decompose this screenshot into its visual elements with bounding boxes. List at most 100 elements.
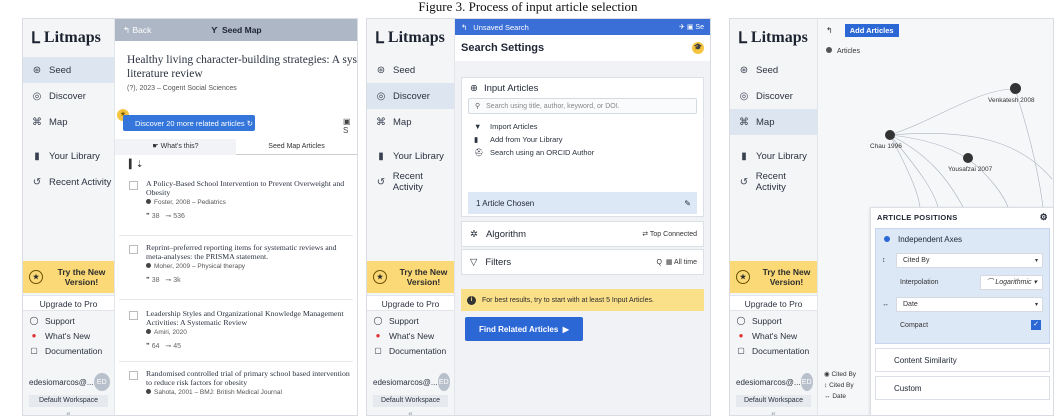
hat-icon[interactable]: 🎓: [692, 42, 704, 54]
filters-row[interactable]: ▽ Filters Q ▦ All time: [461, 249, 704, 275]
seed-topbar: ↰ Back Ƴ Seed Map: [115, 19, 357, 41]
list-item[interactable]: Randomised controlled trial of primary s…: [129, 369, 353, 396]
article-checkbox[interactable]: [129, 311, 138, 320]
collapse-icon[interactable]: «: [23, 409, 114, 415]
workspace-selector[interactable]: Default Workspace: [29, 395, 108, 407]
map-icon: ⌘: [376, 116, 386, 128]
sidebar-item-recent[interactable]: ↺ Recent Activity: [23, 169, 114, 195]
x-axis-select[interactable]: Date ▾: [896, 296, 1043, 312]
support-link[interactable]: ◯ Support: [23, 313, 114, 328]
back-icon[interactable]: ↰: [461, 23, 467, 32]
content-similarity-option[interactable]: Content Similarity: [875, 348, 1050, 372]
axes-legend: ◉ Cited By ↕ Cited By ↔ Date: [824, 371, 857, 400]
try-new-version[interactable]: ★ Try the New Version!: [23, 261, 114, 293]
article-checkbox[interactable]: [129, 245, 138, 254]
sidebar-item-library[interactable]: ▮ Your Library: [23, 143, 114, 169]
doc-icon: ▢: [737, 346, 745, 355]
doc-icon: ▢: [30, 346, 38, 355]
custom-option[interactable]: Custom: [875, 376, 1050, 400]
search-topbar: ↰ Unsaved Search ✈ ▣ Se: [455, 19, 710, 35]
support-icon: ◯: [29, 316, 39, 325]
sidebar-item-discover[interactable]: ◎ Discover: [730, 83, 817, 109]
sidebar-item-seed[interactable]: ⊛ Seed: [367, 57, 454, 83]
map-node-yousafzai[interactable]: [963, 153, 973, 163]
seed-map-icon: Ƴ: [211, 25, 218, 35]
map-node-venkatesh[interactable]: [1010, 83, 1021, 94]
documentation-link[interactable]: ▢ Documentation: [367, 343, 454, 358]
article-checkbox[interactable]: [129, 371, 138, 380]
list-item[interactable]: Leadership Styles and Organizational Kno…: [129, 309, 353, 350]
sidebar-item-library[interactable]: ▮ Your Library: [367, 143, 454, 169]
user-menu[interactable]: edesiomarcos@... ED: [730, 371, 817, 393]
seed-map-screenshot: ᒪ Litmaps ⊛ Seed ◎ Discover ⌘ Map ▮ Your Libr…: [22, 18, 358, 416]
whats-new-link[interactable]: ● What's New: [23, 328, 114, 343]
article-checkbox[interactable]: [129, 181, 138, 190]
tab-seed-map-articles[interactable]: Seed Map Articles: [236, 139, 357, 155]
search-main: ↰ Unsaved Search ✈ ▣ Se Search Settings 🎓 ⊕…: [455, 19, 710, 415]
whats-new-link[interactable]: ● What's New: [367, 328, 454, 343]
compact-checkbox[interactable]: ✓: [1031, 320, 1041, 330]
sidebar-item-recent[interactable]: ↺ Recent Activity: [730, 169, 817, 195]
algorithm-row[interactable]: ✲ Algorithm ⇄ Top Connected: [461, 221, 704, 247]
list-item[interactable]: Reprint–preferred reporting items for sy…: [129, 243, 353, 284]
try-new-version[interactable]: ★ Try the New Version!: [730, 261, 817, 293]
articles-chosen[interactable]: 1 Article Chosen ✎: [468, 192, 697, 214]
sidebar-item-discover[interactable]: ◎ Discover: [367, 83, 454, 109]
gear-icon[interactable]: ⚙: [1040, 212, 1048, 223]
upgrade-button[interactable]: Upgrade to Pro: [23, 295, 114, 311]
litmaps-logo-icon: ᒪ: [31, 30, 40, 47]
workspace-selector[interactable]: Default Workspace: [373, 395, 448, 407]
edit-icon[interactable]: ✎: [684, 199, 691, 208]
workspace-selector[interactable]: Default Workspace: [736, 395, 811, 407]
search-input[interactable]: ⚲ Search using title, author, keyword, or…: [468, 98, 697, 114]
sidebar-item-seed[interactable]: ⊛ Seed: [23, 57, 114, 83]
map-icon: ⌘: [739, 116, 749, 128]
input-articles-card: ⊕ Input Articles ⚲ Search using title, aut…: [461, 77, 704, 217]
upgrade-button[interactable]: Upgrade to Pro: [730, 295, 817, 311]
radio-selected-icon[interactable]: [884, 236, 890, 242]
find-related-button[interactable]: Find Related Articles ▶: [465, 317, 583, 341]
back-button[interactable]: ↰ Back: [123, 25, 151, 36]
sidebar: ᒪ Litmaps ⊛ Seed ◎ Discover ⌘ Map ▮ Your Libr…: [367, 19, 455, 415]
article-positions-panel: ARTICLE POSITIONS ⚙ Independent Axes ↕ Cit…: [870, 207, 1053, 415]
node-label: Venkatesh 2008: [988, 97, 1035, 104]
user-menu[interactable]: edesiomarcos@... ED: [367, 371, 454, 393]
sidebar-item-recent[interactable]: ↺ Recent Activity: [367, 169, 454, 195]
collapse-icon[interactable]: «: [367, 409, 454, 415]
tab-whats-this[interactable]: ☛ What's this?: [115, 139, 236, 155]
discover-more-button[interactable]: Discover 20 more related articles ↻: [123, 115, 255, 131]
sidebar-item-seed[interactable]: ⊛ Seed: [730, 57, 817, 83]
logo[interactable]: ᒪ Litmaps: [730, 19, 817, 57]
sidebar-item-library[interactable]: ▮ Your Library: [730, 143, 817, 169]
user-menu[interactable]: edesiomarcos@... ED: [23, 371, 114, 393]
documentation-link[interactable]: ▢ Documentation: [23, 343, 114, 358]
whats-new-link[interactable]: ● What's New: [730, 328, 817, 343]
sort-icon[interactable]: ▍⇣: [129, 159, 143, 170]
try-new-version[interactable]: ★ Try the New Version!: [367, 261, 454, 293]
support-link[interactable]: ◯ Support: [367, 313, 454, 328]
upgrade-button[interactable]: Upgrade to Pro: [367, 295, 454, 311]
logo[interactable]: ᒪ Litmaps: [23, 19, 114, 57]
filter-icon: ▽: [470, 256, 478, 268]
logo[interactable]: ᒪ Litmaps: [367, 19, 454, 57]
support-link[interactable]: ◯ Support: [730, 313, 817, 328]
save-icon[interactable]: ▣ S: [343, 117, 357, 135]
sidebar-item-map[interactable]: ⌘ Map: [23, 109, 114, 135]
sidebar-item-discover[interactable]: ◎ Discover: [23, 83, 114, 109]
documentation-link[interactable]: ▢ Documentation: [730, 343, 817, 358]
sidebar-item-map[interactable]: ⌘ Map: [367, 109, 454, 135]
import-articles-option[interactable]: ▼ Import Articles: [462, 120, 703, 133]
toolbar-icons[interactable]: ✈ ▣ Se: [679, 23, 704, 31]
add-from-library-option[interactable]: ▮ Add from Your Library: [462, 133, 703, 146]
y-axis-select[interactable]: Cited By ▾: [896, 252, 1043, 268]
list-item[interactable]: A Policy-Based School Intervention to Pr…: [129, 179, 353, 220]
independent-axes-option[interactable]: Independent Axes ↕ Cited By ▾ Interpolatio…: [875, 228, 1050, 344]
sidebar: ᒪ Litmaps ⊛ Seed ◎ Discover ⌘ Map ▮ Your Libr…: [730, 19, 818, 415]
map-node-chau[interactable]: [885, 130, 895, 140]
interpolation-select[interactable]: ⌒ Logarithmic ▾: [980, 274, 1043, 290]
avatar: ED: [800, 373, 813, 391]
sparkle-icon: ★: [29, 270, 43, 284]
orcid-option[interactable]: ⛑ Search using an ORCID Author: [462, 146, 703, 159]
sidebar-item-map[interactable]: ⌘ Map: [730, 109, 817, 135]
collapse-icon[interactable]: «: [730, 409, 817, 415]
